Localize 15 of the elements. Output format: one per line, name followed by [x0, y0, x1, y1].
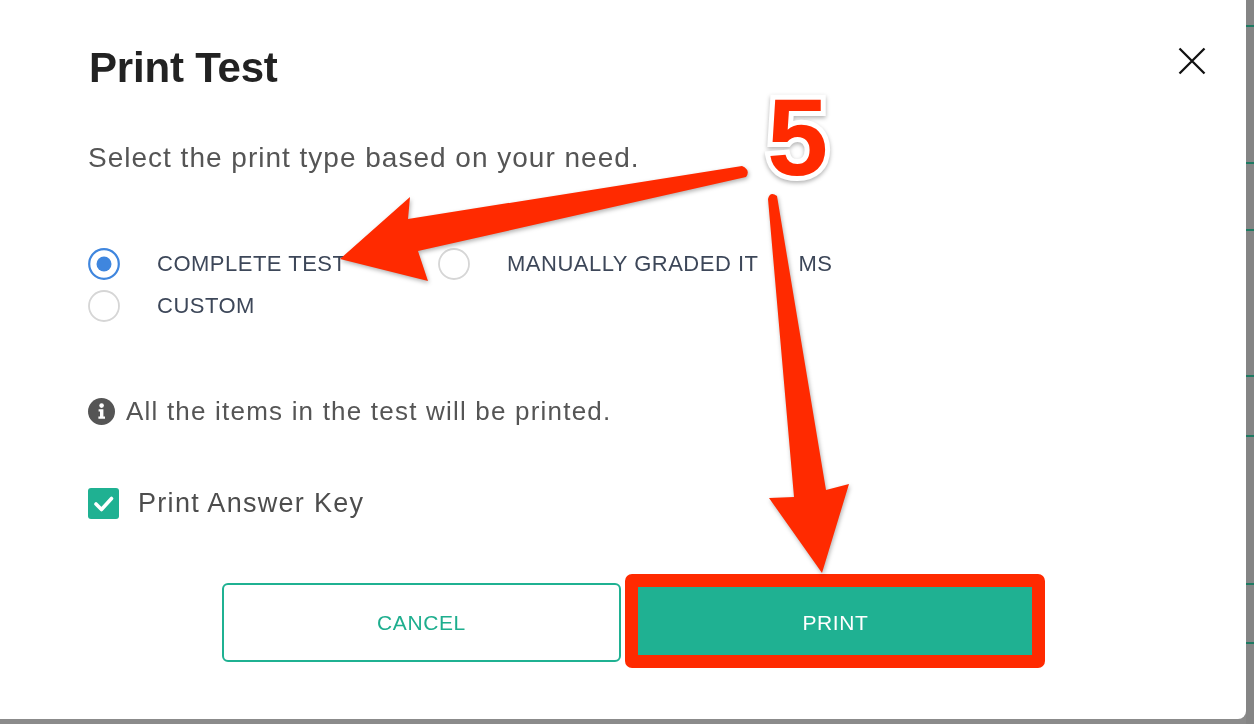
instruction-text: Select the print type based on your need. — [88, 141, 640, 175]
step-number: 5 — [767, 82, 829, 192]
radio-button[interactable] — [88, 248, 120, 280]
radio-label: COMPLETE TEST — [157, 251, 347, 277]
radio-label: MS — [798, 251, 833, 277]
info-icon — [88, 397, 115, 425]
radio-label: CUSTOM — [157, 293, 255, 319]
checkbox-label: Print Answer Key — [138, 487, 365, 519]
cancel-button[interactable]: CANCEL — [222, 583, 621, 662]
dialog-title: Print Test — [89, 43, 278, 93]
close-icon — [1178, 47, 1206, 75]
close-button[interactable] — [1178, 47, 1206, 75]
info-text: All the items in the test will be printed. — [126, 395, 612, 427]
checkbox[interactable] — [88, 487, 119, 519]
radio-label: MANUALLY GRADED IT — [507, 251, 759, 277]
